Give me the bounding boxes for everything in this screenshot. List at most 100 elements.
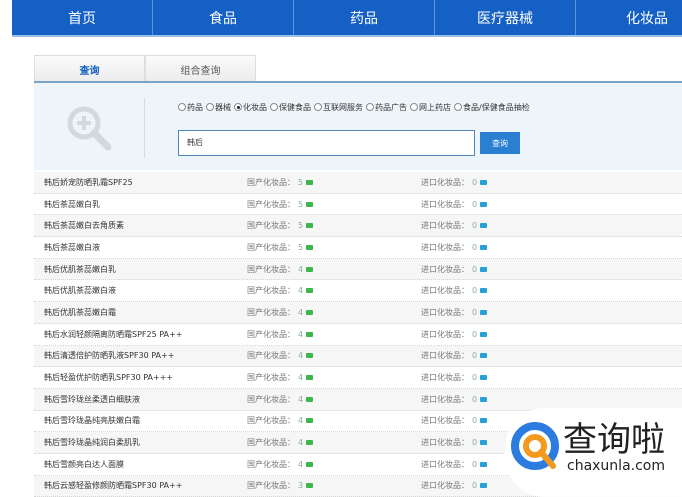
- product-name[interactable]: 韩后茶蕊嫩白乳: [34, 199, 247, 210]
- imported-view-icon[interactable]: [480, 396, 488, 402]
- imported-view-icon[interactable]: [480, 375, 488, 381]
- imported-view-icon[interactable]: [480, 483, 488, 489]
- imported-count[interactable]: 0: [472, 178, 477, 187]
- domestic-count[interactable]: 4: [298, 373, 303, 382]
- radio-button[interactable]: [178, 103, 186, 111]
- search-button[interactable]: 查询: [480, 132, 520, 154]
- product-name[interactable]: 韩后雪玲珑晶纯润白柔肌乳: [34, 437, 247, 448]
- domestic-count[interactable]: 4: [298, 416, 303, 425]
- imported-count[interactable]: 0: [472, 265, 477, 274]
- product-name[interactable]: 韩后优肌茶蕊嫩白液: [34, 285, 247, 296]
- imported-count[interactable]: 0: [472, 286, 477, 295]
- product-name[interactable]: 韩后清透倍护防晒乳液SPF30 PA++: [34, 350, 247, 361]
- imported-count[interactable]: 0: [472, 221, 477, 230]
- product-name[interactable]: 韩后茶蕊嫩白去角质素: [34, 220, 247, 231]
- domestic-count[interactable]: 4: [298, 330, 303, 339]
- product-name[interactable]: 韩后优肌茶蕊嫩白霜: [34, 307, 247, 318]
- imported-view-icon[interactable]: [480, 461, 488, 467]
- imported-view-icon[interactable]: [480, 288, 488, 294]
- domestic-view-icon[interactable]: [306, 266, 314, 272]
- imported-view-icon[interactable]: [480, 266, 488, 272]
- domestic-count[interactable]: 5: [298, 243, 303, 252]
- radio-option[interactable]: 药品广告: [366, 102, 407, 113]
- product-name[interactable]: 韩后水润轻颜隔离防晒霜SPF25 PA++: [34, 329, 247, 340]
- domestic-view-icon[interactable]: [306, 418, 314, 424]
- product-name[interactable]: 韩后优肌茶蕊嫩白乳: [34, 264, 247, 275]
- domestic-view-icon[interactable]: [306, 288, 314, 294]
- imported-count[interactable]: 0: [472, 330, 477, 339]
- product-name[interactable]: 韩后轻盈优护防晒乳SPF30 PA+++: [34, 372, 247, 383]
- nav-food[interactable]: 食品: [153, 0, 294, 35]
- nav-drugs[interactable]: 药品: [294, 0, 435, 35]
- imported-view-icon[interactable]: [480, 223, 488, 229]
- imported-view-icon[interactable]: [480, 353, 488, 359]
- domestic-view-icon[interactable]: [306, 353, 314, 359]
- search-input[interactable]: 韩后: [178, 130, 475, 156]
- domestic-count[interactable]: 4: [298, 351, 303, 360]
- radio-button[interactable]: [314, 103, 322, 111]
- imported-count[interactable]: 0: [472, 395, 477, 404]
- domestic-view-icon[interactable]: [306, 440, 314, 446]
- tab-search[interactable]: 查询: [34, 55, 145, 84]
- nav-home[interactable]: 首页: [12, 0, 153, 35]
- domestic-view-icon[interactable]: [306, 201, 314, 207]
- imported-view-icon[interactable]: [480, 440, 488, 446]
- product-name[interactable]: 韩后雪玲珑丝柔透白细肤液: [34, 394, 247, 405]
- tab-combined-search[interactable]: 组合查询: [145, 55, 256, 82]
- domestic-count[interactable]: 4: [298, 286, 303, 295]
- radio-option[interactable]: 保健食品: [270, 102, 311, 113]
- domestic-count[interactable]: 5: [298, 178, 303, 187]
- product-name[interactable]: 韩后茶蕊嫩白液: [34, 242, 247, 253]
- imported-view-icon[interactable]: [480, 309, 488, 315]
- radio-button[interactable]: [234, 103, 242, 111]
- domestic-view-icon[interactable]: [306, 244, 314, 250]
- radio-button[interactable]: [366, 103, 374, 111]
- radio-button[interactable]: [410, 103, 418, 111]
- domestic-count[interactable]: 4: [298, 460, 303, 469]
- domestic-count[interactable]: 3: [298, 481, 303, 490]
- radio-option[interactable]: 药品: [178, 102, 203, 113]
- radio-option[interactable]: 网上药店: [410, 102, 451, 113]
- imported-count[interactable]: 0: [472, 351, 477, 360]
- product-name[interactable]: 韩后雪玲珑晶纯亮肤嫩白霜: [34, 415, 247, 426]
- domestic-count[interactable]: 4: [298, 395, 303, 404]
- domestic-count[interactable]: 5: [298, 200, 303, 209]
- domestic-view-icon[interactable]: [306, 375, 314, 381]
- domestic-view-icon[interactable]: [306, 461, 314, 467]
- domestic-view-icon[interactable]: [306, 331, 314, 337]
- imported-count[interactable]: 0: [472, 481, 477, 490]
- nav-medical-devices[interactable]: 医疗器械: [435, 0, 576, 35]
- product-name[interactable]: 韩后雪颜亮白达人面膜: [34, 459, 247, 470]
- imported-count[interactable]: 0: [472, 373, 477, 382]
- imported-count[interactable]: 0: [472, 460, 477, 469]
- imported-view-icon[interactable]: [480, 201, 488, 207]
- domestic-view-icon[interactable]: [306, 223, 314, 229]
- radio-option[interactable]: 化妆品: [234, 102, 267, 113]
- radio-option[interactable]: 器械: [206, 102, 231, 113]
- nav-cosmetics[interactable]: 化妆品: [576, 0, 682, 35]
- domestic-view-icon[interactable]: [306, 179, 314, 185]
- domestic-view-icon[interactable]: [306, 309, 314, 315]
- imported-count[interactable]: 0: [472, 416, 477, 425]
- domestic-view-icon[interactable]: [306, 483, 314, 489]
- product-name[interactable]: 韩后云感轻盈修颜防晒霜SPF30 PA++: [34, 480, 247, 491]
- radio-option[interactable]: 食品/保健食品抽检: [454, 102, 530, 113]
- domestic-view-icon[interactable]: [306, 396, 314, 402]
- imported-count[interactable]: 0: [472, 200, 477, 209]
- domestic-count[interactable]: 4: [298, 438, 303, 447]
- domestic-count[interactable]: 4: [298, 265, 303, 274]
- imported-view-icon[interactable]: [480, 179, 488, 185]
- radio-option[interactable]: 互联网服务: [314, 102, 363, 113]
- domestic-count[interactable]: 4: [298, 308, 303, 317]
- radio-button[interactable]: [270, 103, 278, 111]
- product-name[interactable]: 韩后娇宠防晒乳霜SPF25: [34, 177, 247, 188]
- imported-view-icon[interactable]: [480, 418, 488, 424]
- imported-count[interactable]: 0: [472, 308, 477, 317]
- radio-button[interactable]: [454, 103, 462, 111]
- imported-view-icon[interactable]: [480, 331, 488, 337]
- radio-button[interactable]: [206, 103, 214, 111]
- imported-view-icon[interactable]: [480, 244, 488, 250]
- domestic-count[interactable]: 5: [298, 221, 303, 230]
- imported-count[interactable]: 0: [472, 243, 477, 252]
- imported-count[interactable]: 0: [472, 438, 477, 447]
